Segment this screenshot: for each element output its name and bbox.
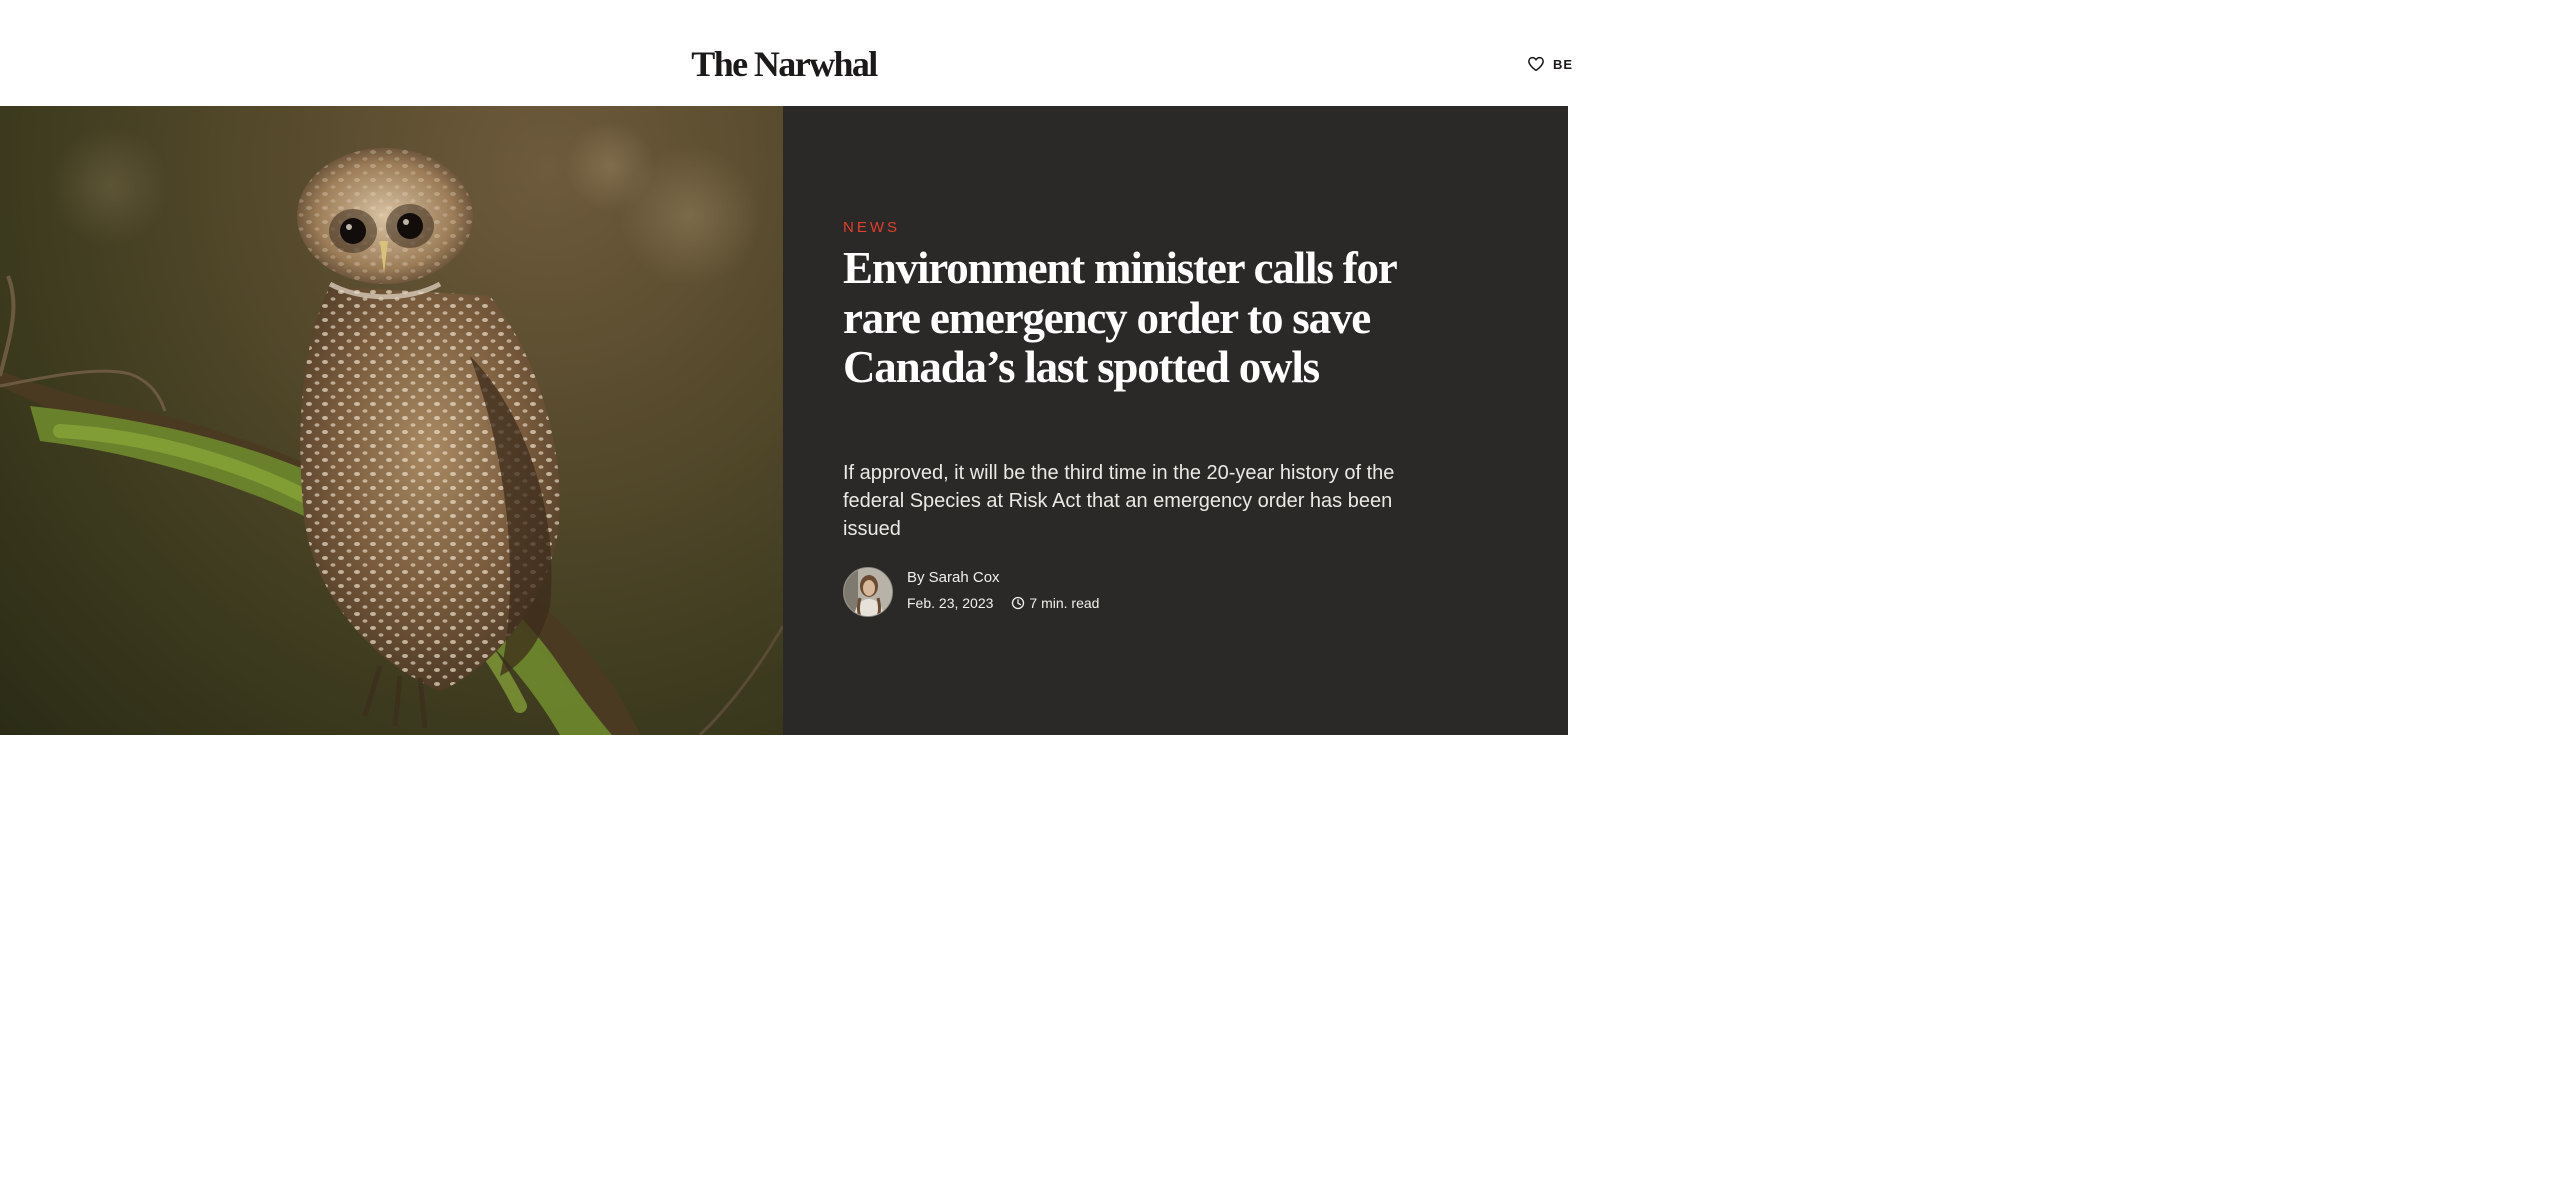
site-logo[interactable]: The Narwhal	[0, 38, 1568, 90]
become-member-button[interactable]: BE	[1527, 52, 1573, 76]
article-panel: NEWS Environment minister calls for rare…	[783, 106, 1568, 735]
hero-section: NEWS Environment minister calls for rare…	[0, 106, 1568, 735]
author-avatar[interactable]	[843, 567, 893, 617]
author-name[interactable]: By Sarah Cox	[907, 569, 1000, 586]
article-dek: If approved, it will be the third time i…	[843, 462, 1395, 540]
heart-outline-icon	[1528, 56, 1544, 72]
become-member-label: BE	[1553, 56, 1574, 72]
site-header: The Narwhal BE	[0, 0, 1572, 106]
owl-illustration	[0, 121, 783, 735]
article-headline[interactable]: Environment minister calls for rare emer…	[843, 243, 1423, 393]
read-time: 7 min. read	[1029, 595, 1100, 611]
article-meta: Feb. 23, 2023 7 min. read	[907, 595, 1099, 611]
publish-date: Feb. 23, 2023	[907, 595, 994, 611]
spotted-owl-photo[interactable]	[0, 106, 783, 735]
category-label[interactable]: NEWS	[843, 219, 900, 236]
clock-icon	[1012, 596, 1025, 610]
